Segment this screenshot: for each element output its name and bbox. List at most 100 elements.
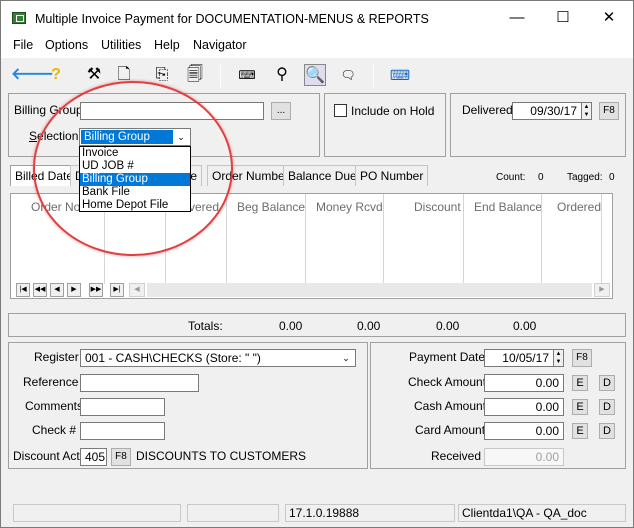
include-on-hold-label: Include on Hold: [351, 104, 435, 118]
received-input: 0.00: [484, 448, 564, 466]
menu-navigator[interactable]: Navigator: [193, 38, 247, 52]
first-record-button[interactable]: |◀: [16, 283, 30, 297]
column-end-balance[interactable]: End Balance: [474, 200, 542, 214]
minimize-button[interactable]: —: [494, 5, 540, 31]
scroll-right-arrow[interactable]: ▶: [594, 283, 610, 297]
next-record-button[interactable]: ▶: [67, 283, 81, 297]
check-number-input[interactable]: [80, 422, 165, 440]
main-window: Multiple Invoice Payment for DOCUMENTATI…: [0, 0, 634, 528]
count-label: Count:: [496, 172, 526, 183]
toolbar-separator: [220, 63, 221, 87]
option-invoice[interactable]: Invoice: [80, 147, 190, 160]
check-number-label: Check #: [32, 423, 77, 437]
title-bar: Multiple Invoice Payment for DOCUMENTATI…: [1, 1, 633, 35]
delivered-f8-button[interactable]: F8: [599, 102, 619, 120]
payment-date-spinner[interactable]: ▲ ▼: [553, 349, 564, 367]
window-title: Multiple Invoice Payment for DOCUMENTATI…: [35, 12, 429, 26]
card-amount-label: Card Amount: [415, 423, 486, 437]
check-amount-label: Check Amount: [408, 375, 487, 389]
tool-icon[interactable]: ⚒: [83, 64, 105, 86]
discount-act-input[interactable]: 405: [80, 448, 107, 466]
delete-document-icon[interactable]: 🗐: [184, 64, 206, 86]
totals-label: Totals:: [188, 319, 223, 333]
total-value: 0.00: [513, 319, 537, 333]
status-version: 17.1.0.19888: [285, 504, 455, 522]
reference-input[interactable]: [80, 374, 199, 392]
card-amount-d-button[interactable]: D: [599, 423, 615, 439]
check-amount-e-button[interactable]: E: [572, 375, 588, 391]
status-panel-2: [187, 504, 279, 522]
last-record-button[interactable]: ▶|: [110, 283, 124, 297]
tagged-label: Tagged:: [567, 172, 603, 183]
column-beg-balance[interactable]: Beg Balance: [237, 200, 305, 214]
delivered-label: Delivered: [462, 103, 513, 117]
card-amount-e-button[interactable]: E: [572, 423, 588, 439]
chat-icon[interactable]: 🗨: [337, 64, 359, 86]
tagged-value: 0: [609, 172, 615, 183]
hold-panel: [324, 93, 446, 157]
scroll-left-arrow[interactable]: ◀: [129, 283, 145, 297]
antenna-icon[interactable]: ⚲: [271, 64, 293, 86]
page-forward-button[interactable]: ▶▶: [89, 283, 103, 297]
tab-balance-due[interactable]: Balance Due: [283, 165, 362, 186]
delivered-date-input[interactable]: 09/30/17: [512, 102, 582, 120]
chevron-down-icon: ⌄: [342, 353, 350, 363]
option-billing-group[interactable]: Billing Group: [80, 173, 190, 186]
register-dropdown[interactable]: 001 - CASH\CHECKS (Store: " ") ⌄: [80, 349, 356, 367]
column-separator: [305, 194, 306, 284]
cash-amount-e-button[interactable]: E: [572, 399, 588, 415]
app-icon: [12, 12, 26, 24]
comments-input[interactable]: [80, 398, 165, 416]
horizontal-scrollbar[interactable]: [147, 283, 592, 297]
include-on-hold-checkbox[interactable]: [334, 104, 347, 117]
column-discount[interactable]: Discount: [414, 200, 461, 214]
reference-label: Reference: [23, 375, 79, 389]
cash-amount-label: Cash Amount: [414, 399, 487, 413]
payment-date-label: Payment Date: [409, 350, 486, 364]
menu-options[interactable]: Options: [45, 38, 88, 52]
register-label: Register: [34, 350, 79, 364]
page-back-button[interactable]: ◀◀: [33, 283, 47, 297]
column-separator: [601, 194, 602, 284]
status-panel-1: [13, 504, 181, 522]
option-bank-file[interactable]: Bank File: [80, 186, 190, 199]
cash-amount-input[interactable]: 0.00: [484, 398, 564, 416]
close-button[interactable]: ✕: [586, 5, 632, 31]
discount-act-label: Discount Act: [13, 449, 80, 463]
selection-dropdown-list: Invoice UD JOB # Billing Group Bank File…: [79, 146, 191, 212]
toolbar-separator: [373, 63, 374, 87]
tab-po-number[interactable]: PO Number: [355, 165, 429, 186]
discount-f8-button[interactable]: F8: [111, 448, 131, 466]
register-value: 001 - CASH\CHECKS (Store: " "): [85, 351, 261, 365]
column-separator: [541, 194, 542, 284]
keyboard-key-icon[interactable]: ⌨: [236, 64, 258, 86]
payment-date-f8-button[interactable]: F8: [572, 349, 592, 367]
received-label: Received: [431, 449, 482, 463]
calculator-keyboard-icon[interactable]: ⌨: [389, 64, 411, 86]
billing-group-browse-button[interactable]: ...: [271, 102, 291, 120]
delivered-spinner[interactable]: ▲ ▼: [581, 102, 592, 120]
total-value: 0.00: [436, 319, 460, 333]
maximize-button[interactable]: ☐: [540, 5, 586, 31]
option-ud-job[interactable]: UD JOB #: [80, 160, 190, 173]
comments-label: Comments: [25, 399, 84, 413]
column-ordered[interactable]: Ordered: [557, 200, 601, 214]
column-separator: [226, 194, 227, 284]
check-amount-input[interactable]: 0.00: [484, 374, 564, 392]
menu-bar: File Options Utilities Help Navigator: [1, 35, 633, 57]
cash-amount-d-button[interactable]: D: [599, 399, 615, 415]
menu-help[interactable]: Help: [154, 38, 180, 52]
card-amount-input[interactable]: 0.00: [484, 422, 564, 440]
toolbar: 🡐 ? ⚒ 🗋 ⎘ 🗐 ⌨ ⚲ 🔍 🗨 ⌨: [1, 57, 633, 91]
column-money-rcvd[interactable]: Money Rcvd: [316, 200, 383, 214]
menu-file[interactable]: File: [13, 38, 33, 52]
previous-record-button[interactable]: ◀: [50, 283, 64, 297]
option-home-depot-file[interactable]: Home Depot File: [80, 199, 190, 212]
back-arrow-icon[interactable]: 🡐: [11, 64, 54, 86]
payment-date-input[interactable]: 10/05/17: [484, 349, 554, 367]
menu-utilities[interactable]: Utilities: [101, 38, 141, 52]
help-question-icon[interactable]: ?: [45, 64, 67, 86]
check-amount-d-button[interactable]: D: [599, 375, 615, 391]
status-client: Clientda1\QA - QA_doc: [458, 504, 626, 522]
magnifier-icon[interactable]: 🔍: [304, 64, 326, 86]
